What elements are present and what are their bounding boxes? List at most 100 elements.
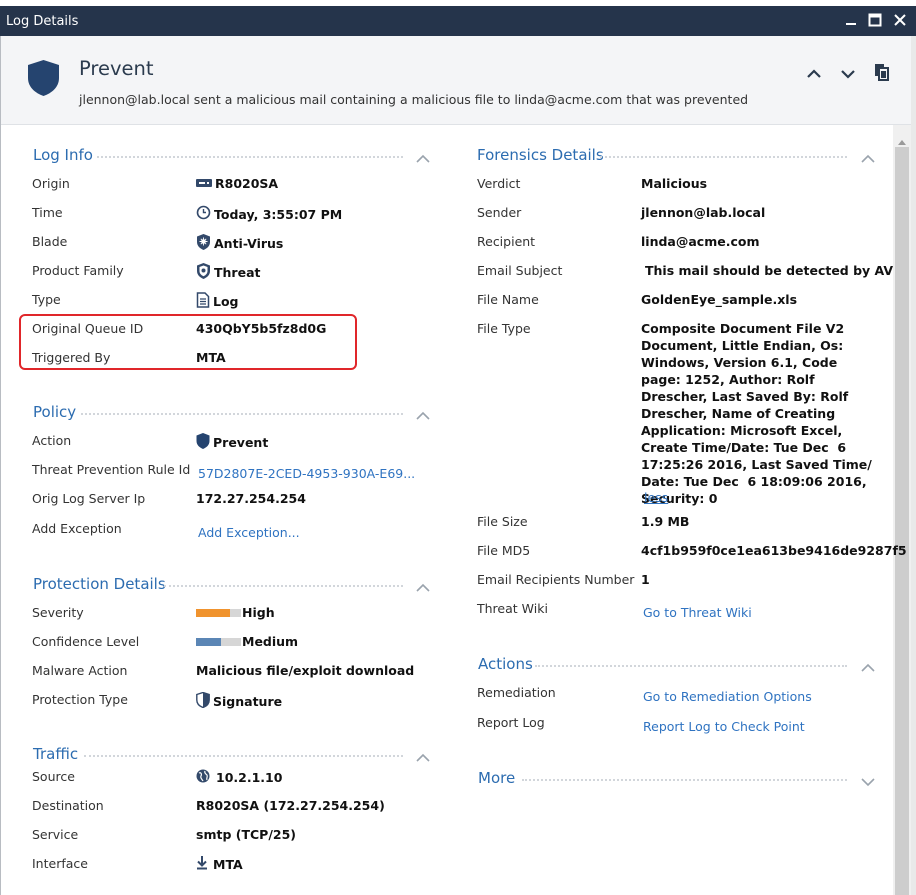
rule-id-label: Threat Prevention Rule Id: [32, 462, 191, 477]
section-divider: [522, 779, 847, 781]
action-label: Action: [32, 433, 72, 448]
section-divider: [164, 585, 403, 587]
product-family-value: Threat: [196, 263, 260, 282]
service-label: Service: [32, 827, 79, 842]
collapse-protection-chevron-up-icon[interactable]: [416, 580, 430, 595]
log-summary: jlennon@lab.local sent a malicious mail …: [79, 92, 749, 107]
email-subject-label: Email Subject: [477, 263, 563, 278]
sender-label: Sender: [477, 205, 522, 220]
section-title-actions: Actions: [478, 655, 533, 673]
severity-bar: [196, 608, 241, 617]
interface-label: Interface: [32, 856, 88, 871]
minimize-icon[interactable]: [843, 12, 859, 28]
log-document-icon: [196, 292, 210, 311]
threat-wiki-label: Threat Wiki: [477, 601, 548, 616]
email-subject-value: This mail should be detected by AV: [645, 263, 894, 278]
section-title-protection-details: Protection Details: [33, 575, 166, 593]
go-to-threat-wiki-link[interactable]: Go to Threat Wiki: [643, 605, 752, 620]
confidence-level-label: Confidence Level: [32, 634, 140, 649]
rule-id-link[interactable]: 57D2807E-2CED-4953-930A-E69...: [198, 466, 415, 481]
arrow-down-icon: [196, 856, 208, 873]
time-value: Today, 3:55:07 PM: [196, 205, 342, 223]
severity-bar-fill: [196, 608, 230, 617]
malware-action-label: Malware Action: [32, 663, 128, 678]
email-recipients-number-label: Email Recipients Number: [477, 572, 635, 587]
page-title: Prevent: [79, 57, 154, 80]
less-link[interactable]: less: [644, 490, 668, 505]
maximize-icon[interactable]: [867, 12, 883, 28]
origin-label: Origin: [32, 176, 70, 191]
globe-icon: [196, 769, 210, 786]
destination-value: R8020SA (172.27.254.254): [196, 798, 385, 813]
action-value: Prevent: [196, 433, 268, 452]
shield-icon: [196, 433, 210, 452]
interface-value: MTA: [196, 856, 243, 873]
file-name-label: File Name: [477, 292, 539, 307]
file-md5-value: 4cf1b959f0ce1ea613be9416de9287f5: [641, 543, 907, 558]
section-divider: [84, 755, 403, 757]
window-title: Log Details: [6, 14, 79, 29]
clock-icon: [196, 205, 211, 223]
file-name-value: GoldenEye_sample.xls: [641, 292, 798, 307]
confidence-bar: [196, 637, 241, 646]
file-md5-label: File MD5: [477, 543, 531, 558]
section-title-more: More: [478, 769, 516, 787]
signature-shield-icon: [196, 691, 210, 711]
section-divider: [97, 156, 403, 158]
gateway-icon: [196, 176, 212, 191]
collapse-actions-chevron-up-icon[interactable]: [861, 660, 875, 675]
section-title-policy: Policy: [33, 403, 77, 421]
previous-log-chevron-up-icon[interactable]: [805, 65, 823, 83]
recipient-label: Recipient: [477, 234, 536, 249]
file-type-value: Composite Document File V2 Document, Lit…: [641, 321, 872, 506]
blade-label: Blade: [32, 234, 68, 249]
report-log-link[interactable]: Report Log to Check Point: [643, 719, 805, 734]
section-divider: [600, 156, 847, 158]
remediation-options-link[interactable]: Go to Remediation Options: [643, 689, 812, 704]
blade-value: Anti-Virus: [196, 234, 283, 253]
highlight-annotation-box: [19, 314, 357, 370]
expand-more-chevron-down-icon[interactable]: [861, 775, 875, 790]
recipient-value: linda@acme.com: [641, 234, 760, 249]
add-exception-link[interactable]: Add Exception...: [198, 525, 300, 540]
product-family-label: Product Family: [32, 263, 124, 278]
source-value: 10.2.1.10: [196, 769, 282, 786]
verdict-label: Verdict: [477, 176, 521, 191]
window-titlebar[interactable]: Log Details: [0, 6, 916, 36]
antivirus-icon: [196, 234, 211, 253]
copy-icon[interactable]: [873, 63, 891, 81]
sender-value: jlennon@lab.local: [641, 205, 766, 220]
section-title-forensics-details: Forensics Details: [477, 146, 604, 164]
type-label: Type: [32, 292, 61, 307]
threat-shield-icon: [196, 263, 211, 282]
collapse-forensics-chevron-up-icon[interactable]: [861, 151, 875, 166]
collapse-policy-chevron-up-icon[interactable]: [416, 408, 430, 423]
prevent-shield-icon: [27, 60, 60, 99]
orig-log-server-ip-value: 172.27.254.254: [196, 491, 306, 506]
service-value: smtp (TCP/25): [196, 827, 296, 842]
add-exception-label: Add Exception: [32, 521, 122, 536]
window-edge: [911, 36, 916, 895]
email-recipients-number-value: 1: [641, 572, 650, 587]
malware-action-value: Malicious file/exploit download: [196, 663, 415, 678]
section-divider: [535, 665, 847, 667]
scrollbar-thumb[interactable]: [895, 147, 909, 895]
collapse-traffic-chevron-up-icon[interactable]: [416, 750, 430, 765]
confidence-bar-fill: [196, 637, 221, 646]
file-size-label: File Size: [477, 514, 528, 529]
close-icon[interactable]: [892, 12, 908, 28]
destination-label: Destination: [32, 798, 104, 813]
file-size-value: 1.9 MB: [641, 514, 690, 529]
file-type-label: File Type: [477, 321, 531, 336]
vertical-scrollbar[interactable]: [893, 125, 911, 895]
source-label: Source: [32, 769, 75, 784]
severity-label: Severity: [32, 605, 84, 620]
log-header: Prevent jlennon@lab.local sent a malicio…: [1, 36, 911, 125]
collapse-log-info-chevron-up-icon[interactable]: [416, 151, 430, 166]
remediation-label: Remediation: [477, 685, 556, 700]
scroll-up-icon[interactable]: [898, 133, 906, 148]
next-log-chevron-down-icon[interactable]: [839, 65, 857, 83]
section-title-log-info: Log Info: [33, 146, 93, 164]
section-divider: [81, 413, 403, 415]
confidence-level-value: Medium: [196, 634, 298, 649]
